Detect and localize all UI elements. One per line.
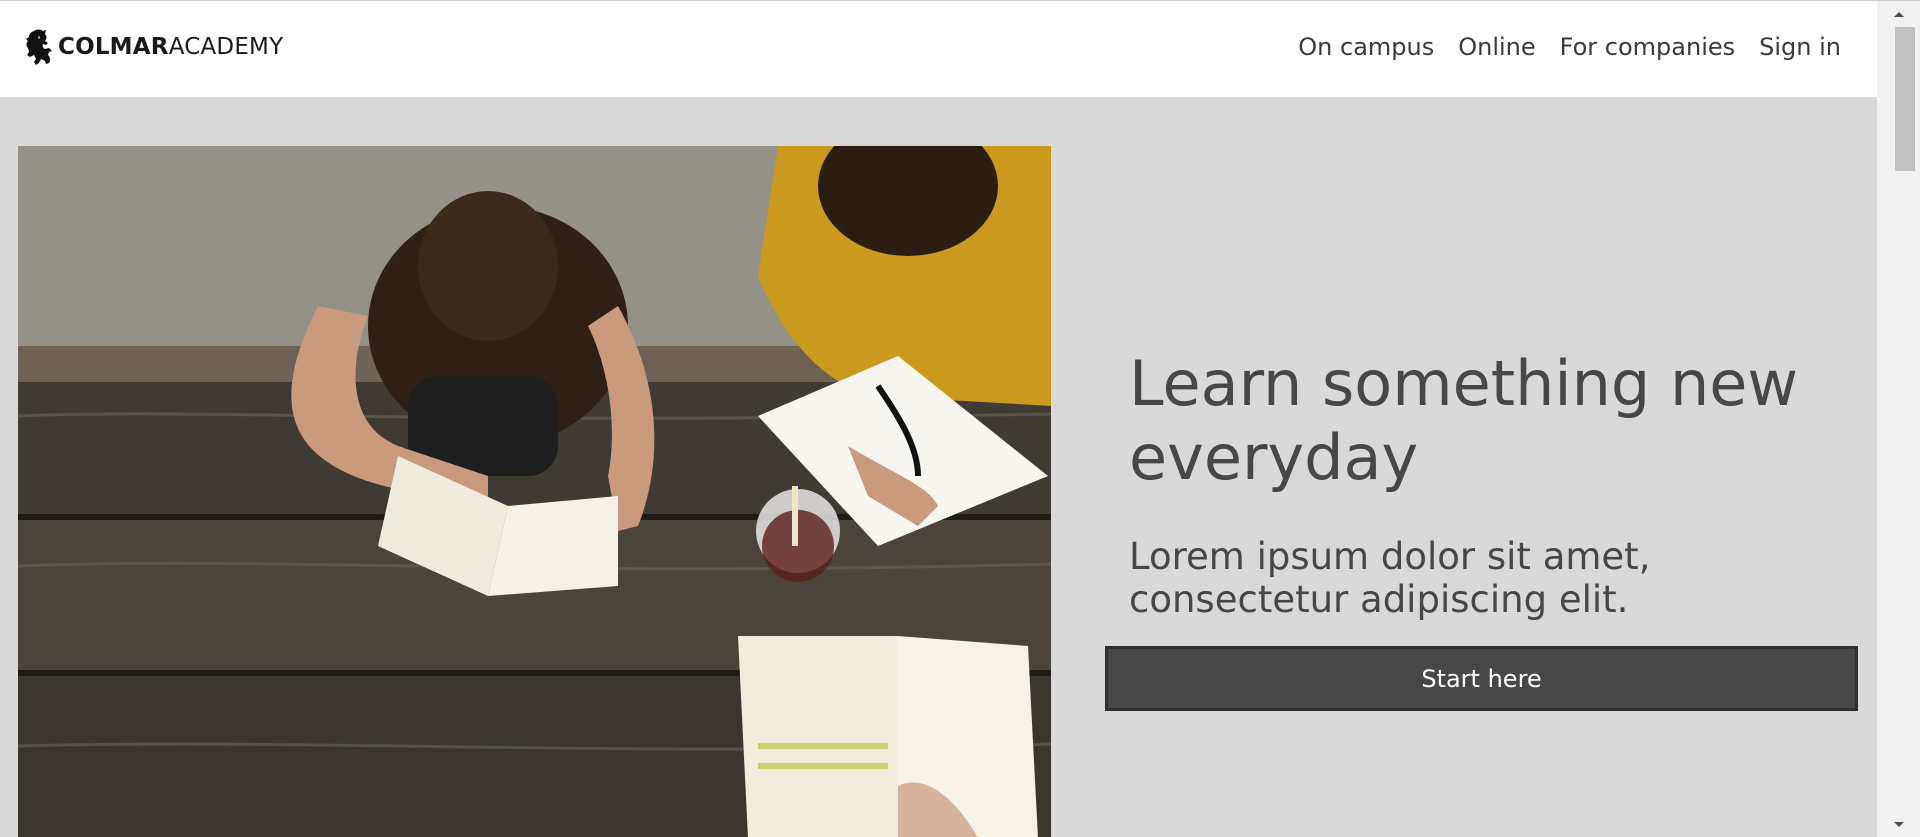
hero-photo-illustration (18, 146, 1051, 837)
scrollbar-thumb[interactable] (1895, 27, 1915, 171)
nav-link-for-companies[interactable]: For companies (1560, 33, 1735, 61)
hero-photo (18, 146, 1051, 837)
hero-headline: Learn something new everyday (1129, 347, 1799, 494)
logo-light-text: ACADEMY (168, 34, 284, 60)
scroll-down-arrow-icon[interactable] (1877, 812, 1920, 837)
main-nav: On campus Online For companies Sign in (1274, 33, 1841, 61)
nav-link-on-campus[interactable]: On campus (1298, 33, 1434, 61)
site-logo[interactable]: COLMARACADEMY (22, 28, 283, 66)
nav-link-sign-in[interactable]: Sign in (1759, 33, 1841, 61)
hero-subline: Lorem ipsum dolor sit amet, consectetur … (1129, 535, 1651, 621)
hero-section: Learn something new everyday Lorem ipsum… (0, 97, 1877, 837)
lion-rampant-icon (26, 29, 52, 65)
scroll-up-arrow-icon[interactable] (1877, 1, 1920, 27)
nav-link-online[interactable]: Online (1458, 33, 1535, 61)
hero-text: Learn something new everyday Lorem ipsum… (1129, 347, 1829, 621)
logo-wordmark: COLMARACADEMY (58, 34, 283, 60)
page-scrollbar[interactable] (1877, 1, 1920, 837)
browser-viewport: COLMARACADEMY On campus Online For compa… (0, 0, 1920, 837)
start-here-button[interactable]: Start here (1105, 646, 1858, 711)
site-header: COLMARACADEMY On campus Online For compa… (0, 1, 1877, 97)
logo-bold-text: COLMAR (58, 34, 169, 60)
